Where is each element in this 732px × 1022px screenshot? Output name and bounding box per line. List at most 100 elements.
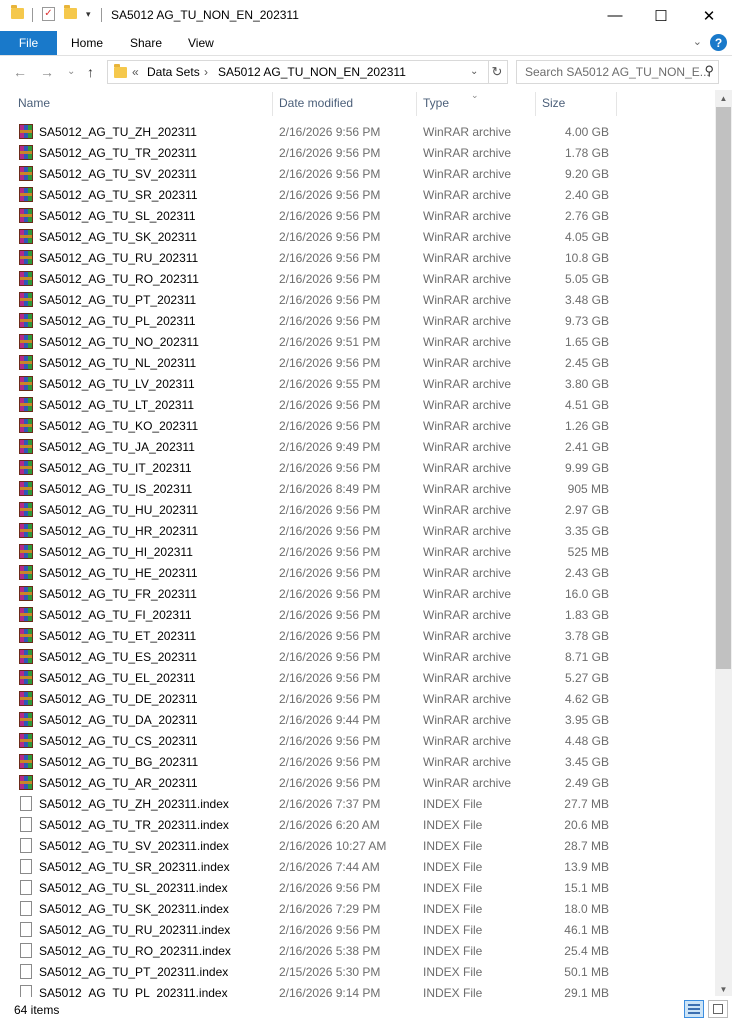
file-type: WinRAR archive — [423, 209, 512, 223]
column-name[interactable]: Name — [18, 96, 50, 110]
breadcrumb-current[interactable]: SA5012 AG_TU_NON_EN_202311 — [218, 65, 406, 79]
file-row[interactable]: SA5012_AG_TU_SR_202311.index 2/16/2026 7:… — [0, 856, 715, 877]
file-date-modified: 2/16/2026 9:56 PM — [279, 734, 381, 748]
address-bar[interactable]: « Data Sets › SA5012 AG_TU_NON_EN_202311… — [107, 60, 489, 84]
file-row[interactable]: SA5012_AG_TU_IS_202311 2/16/2026 8:49 PM W… — [0, 478, 715, 499]
file-row[interactable]: SA5012_AG_TU_SR_202311 2/16/2026 9:56 PM W… — [0, 184, 715, 205]
file-row[interactable]: SA5012_AG_TU_IT_202311 2/16/2026 9:56 PM W… — [0, 457, 715, 478]
file-name: SA5012_AG_TU_ZH_202311.index — [39, 797, 229, 811]
column-divider[interactable] — [535, 92, 536, 116]
vertical-scrollbar[interactable]: ▲ ▼ — [715, 90, 732, 996]
file-date-modified: 2/16/2026 9:56 PM — [279, 503, 381, 517]
file-row[interactable]: SA5012_AG_TU_HU_202311 2/16/2026 9:56 PM W… — [0, 499, 715, 520]
column-divider[interactable] — [272, 92, 273, 116]
file-row[interactable]: SA5012_AG_TU_SV_202311 2/16/2026 9:56 PM W… — [0, 163, 715, 184]
column-divider[interactable] — [616, 92, 617, 116]
column-size[interactable]: Size — [542, 96, 565, 110]
file-row[interactable]: SA5012_AG_TU_ET_202311 2/16/2026 9:56 PM W… — [0, 625, 715, 646]
file-name: SA5012_AG_TU_PT_202311.index — [39, 965, 229, 979]
file-row[interactable]: SA5012_AG_TU_LV_202311 2/16/2026 9:55 PM W… — [0, 373, 715, 394]
recent-locations-icon[interactable]: ⌄ — [67, 66, 75, 77]
file-row[interactable]: SA5012_AG_TU_NO_202311 2/16/2026 9:51 PM W… — [0, 331, 715, 352]
file-row[interactable]: SA5012_AG_TU_RO_202311 2/16/2026 9:56 PM W… — [0, 268, 715, 289]
file-size: 4.48 GB — [564, 734, 609, 748]
file-row[interactable]: SA5012_AG_TU_JA_202311 2/16/2026 9:49 PM W… — [0, 436, 715, 457]
expand-ribbon-icon[interactable]: ⌄ — [693, 35, 702, 48]
tab-share[interactable]: Share — [130, 36, 162, 50]
file-row[interactable]: SA5012_AG_TU_HE_202311 2/16/2026 9:56 PM W… — [0, 562, 715, 583]
file-date-modified: 2/16/2026 9:44 PM — [279, 713, 381, 727]
file-row[interactable]: SA5012_AG_TU_SK_202311.index 2/16/2026 7:… — [0, 898, 715, 919]
file-row[interactable]: SA5012_AG_TU_TR_202311 2/16/2026 9:56 PM W… — [0, 142, 715, 163]
title-bar: ✓ ▾ SA5012 AG_TU_NON_EN_202311 — ☐ ✕ — [0, 0, 732, 31]
file-row[interactable]: SA5012_AG_TU_SV_202311.index 2/16/2026 10… — [0, 835, 715, 856]
file-row[interactable]: SA5012_AG_TU_PT_202311 2/16/2026 9:56 PM W… — [0, 289, 715, 310]
breadcrumb-separator-icon: › — [204, 65, 208, 79]
file-row[interactable]: SA5012_AG_TU_TR_202311.index 2/16/2026 6:… — [0, 814, 715, 835]
file-type: WinRAR archive — [423, 629, 512, 643]
minimize-button[interactable]: — — [592, 0, 638, 31]
file-row[interactable]: SA5012_AG_TU_DE_202311 2/16/2026 9:56 PM W… — [0, 688, 715, 709]
file-row[interactable]: SA5012_AG_TU_ZH_202311.index 2/16/2026 7:… — [0, 793, 715, 814]
file-row[interactable]: SA5012_AG_TU_CS_202311 2/16/2026 9:56 PM W… — [0, 730, 715, 751]
file-date-modified: 2/16/2026 9:56 PM — [279, 125, 381, 139]
file-row[interactable]: SA5012_AG_TU_ZH_202311 2/16/2026 9:56 PM W… — [0, 121, 715, 142]
winrar-archive-icon — [19, 670, 33, 685]
file-row[interactable]: SA5012_AG_TU_AR_202311 2/16/2026 9:56 PM W… — [0, 772, 715, 793]
address-dropdown-icon[interactable]: ⌄ — [470, 66, 478, 77]
file-row[interactable]: SA5012_AG_TU_SK_202311 2/16/2026 9:56 PM W… — [0, 226, 715, 247]
file-type: WinRAR archive — [423, 713, 512, 727]
file-row[interactable]: SA5012_AG_TU_LT_202311 2/16/2026 9:56 PM W… — [0, 394, 715, 415]
properties-icon[interactable]: ✓ — [42, 7, 55, 21]
file-name: SA5012_AG_TU_BG_202311 — [39, 755, 199, 769]
file-row[interactable]: SA5012_AG_TU_HI_202311 2/16/2026 9:56 PM W… — [0, 541, 715, 562]
winrar-archive-icon — [19, 187, 33, 202]
file-row[interactable]: SA5012_AG_TU_SL_202311.index 2/16/2026 9:… — [0, 877, 715, 898]
refresh-button[interactable]: ↻ — [487, 60, 508, 84]
file-size: 10.8 GB — [564, 251, 609, 265]
scroll-down-icon[interactable]: ▼ — [715, 985, 732, 994]
file-row[interactable]: SA5012_AG_TU_PT_202311.index 2/15/2026 5:… — [0, 961, 715, 982]
winrar-archive-icon — [19, 229, 33, 244]
tab-file[interactable]: File — [0, 31, 57, 55]
file-row[interactable]: SA5012_AG_TU_KO_202311 2/16/2026 9:56 PM W… — [0, 415, 715, 436]
details-view-button[interactable] — [684, 1000, 704, 1018]
column-date-modified[interactable]: Date modified — [279, 96, 353, 110]
tab-home[interactable]: Home — [71, 36, 103, 50]
file-row[interactable]: SA5012_AG_TU_FI_202311 2/16/2026 9:56 PM W… — [0, 604, 715, 625]
status-bar: 64 items — [0, 997, 732, 1022]
breadcrumb-data-sets[interactable]: Data Sets — [147, 65, 200, 79]
help-icon[interactable]: ? — [710, 34, 727, 51]
file-row[interactable]: SA5012_AG_TU_ES_202311 2/16/2026 9:56 PM W… — [0, 646, 715, 667]
file-row[interactable]: SA5012_AG_TU_DA_202311 2/16/2026 9:44 PM W… — [0, 709, 715, 730]
file-row[interactable]: SA5012_AG_TU_SL_202311 2/16/2026 9:56 PM W… — [0, 205, 715, 226]
file-row[interactable]: SA5012_AG_TU_BG_202311 2/16/2026 9:56 PM W… — [0, 751, 715, 772]
file-list: SA5012_AG_TU_ZH_202311 2/16/2026 9:56 PM W… — [0, 121, 715, 1003]
new-folder-icon[interactable] — [64, 5, 77, 19]
back-arrow-icon[interactable]: ← — [13, 64, 27, 80]
file-row[interactable]: SA5012_AG_TU_RO_202311.index 2/16/2026 5:… — [0, 940, 715, 961]
up-arrow-icon[interactable]: ↑ — [87, 64, 94, 80]
file-row[interactable]: SA5012_AG_TU_EL_202311 2/16/2026 9:56 PM W… — [0, 667, 715, 688]
tab-view[interactable]: View — [188, 36, 214, 50]
file-row[interactable]: SA5012_AG_TU_NL_202311 2/16/2026 9:56 PM W… — [0, 352, 715, 373]
file-row[interactable]: SA5012_AG_TU_FR_202311 2/16/2026 9:56 PM W… — [0, 583, 715, 604]
scrollbar-thumb[interactable] — [716, 107, 731, 669]
file-row[interactable]: SA5012_AG_TU_RU_202311.index 2/16/2026 9:… — [0, 919, 715, 940]
file-row[interactable]: SA5012_AG_TU_PL_202311 2/16/2026 9:56 PM W… — [0, 310, 715, 331]
scroll-up-icon[interactable]: ▲ — [715, 94, 732, 103]
search-input[interactable]: Search SA5012 AG_TU_NON_E... ⚲ — [516, 60, 719, 84]
maximize-button[interactable]: ☐ — [638, 0, 684, 31]
column-divider[interactable] — [416, 92, 417, 116]
file-row[interactable]: SA5012_AG_TU_HR_202311 2/16/2026 9:56 PM W… — [0, 520, 715, 541]
breadcrumb-overflow[interactable]: « — [132, 65, 139, 79]
close-button[interactable]: ✕ — [686, 0, 732, 31]
file-row[interactable]: SA5012_AG_TU_RU_202311 2/16/2026 9:56 PM W… — [0, 247, 715, 268]
file-name: SA5012_AG_TU_SL_202311.index — [39, 881, 228, 895]
customize-toolbar-icon[interactable]: ▾ — [86, 9, 91, 20]
forward-arrow-icon[interactable]: → — [40, 64, 54, 80]
item-count: 64 items — [14, 1003, 60, 1017]
large-icons-view-button[interactable] — [708, 1000, 728, 1018]
search-placeholder: Search SA5012 AG_TU_NON_E... — [525, 65, 710, 79]
column-type[interactable]: Type — [423, 96, 449, 110]
